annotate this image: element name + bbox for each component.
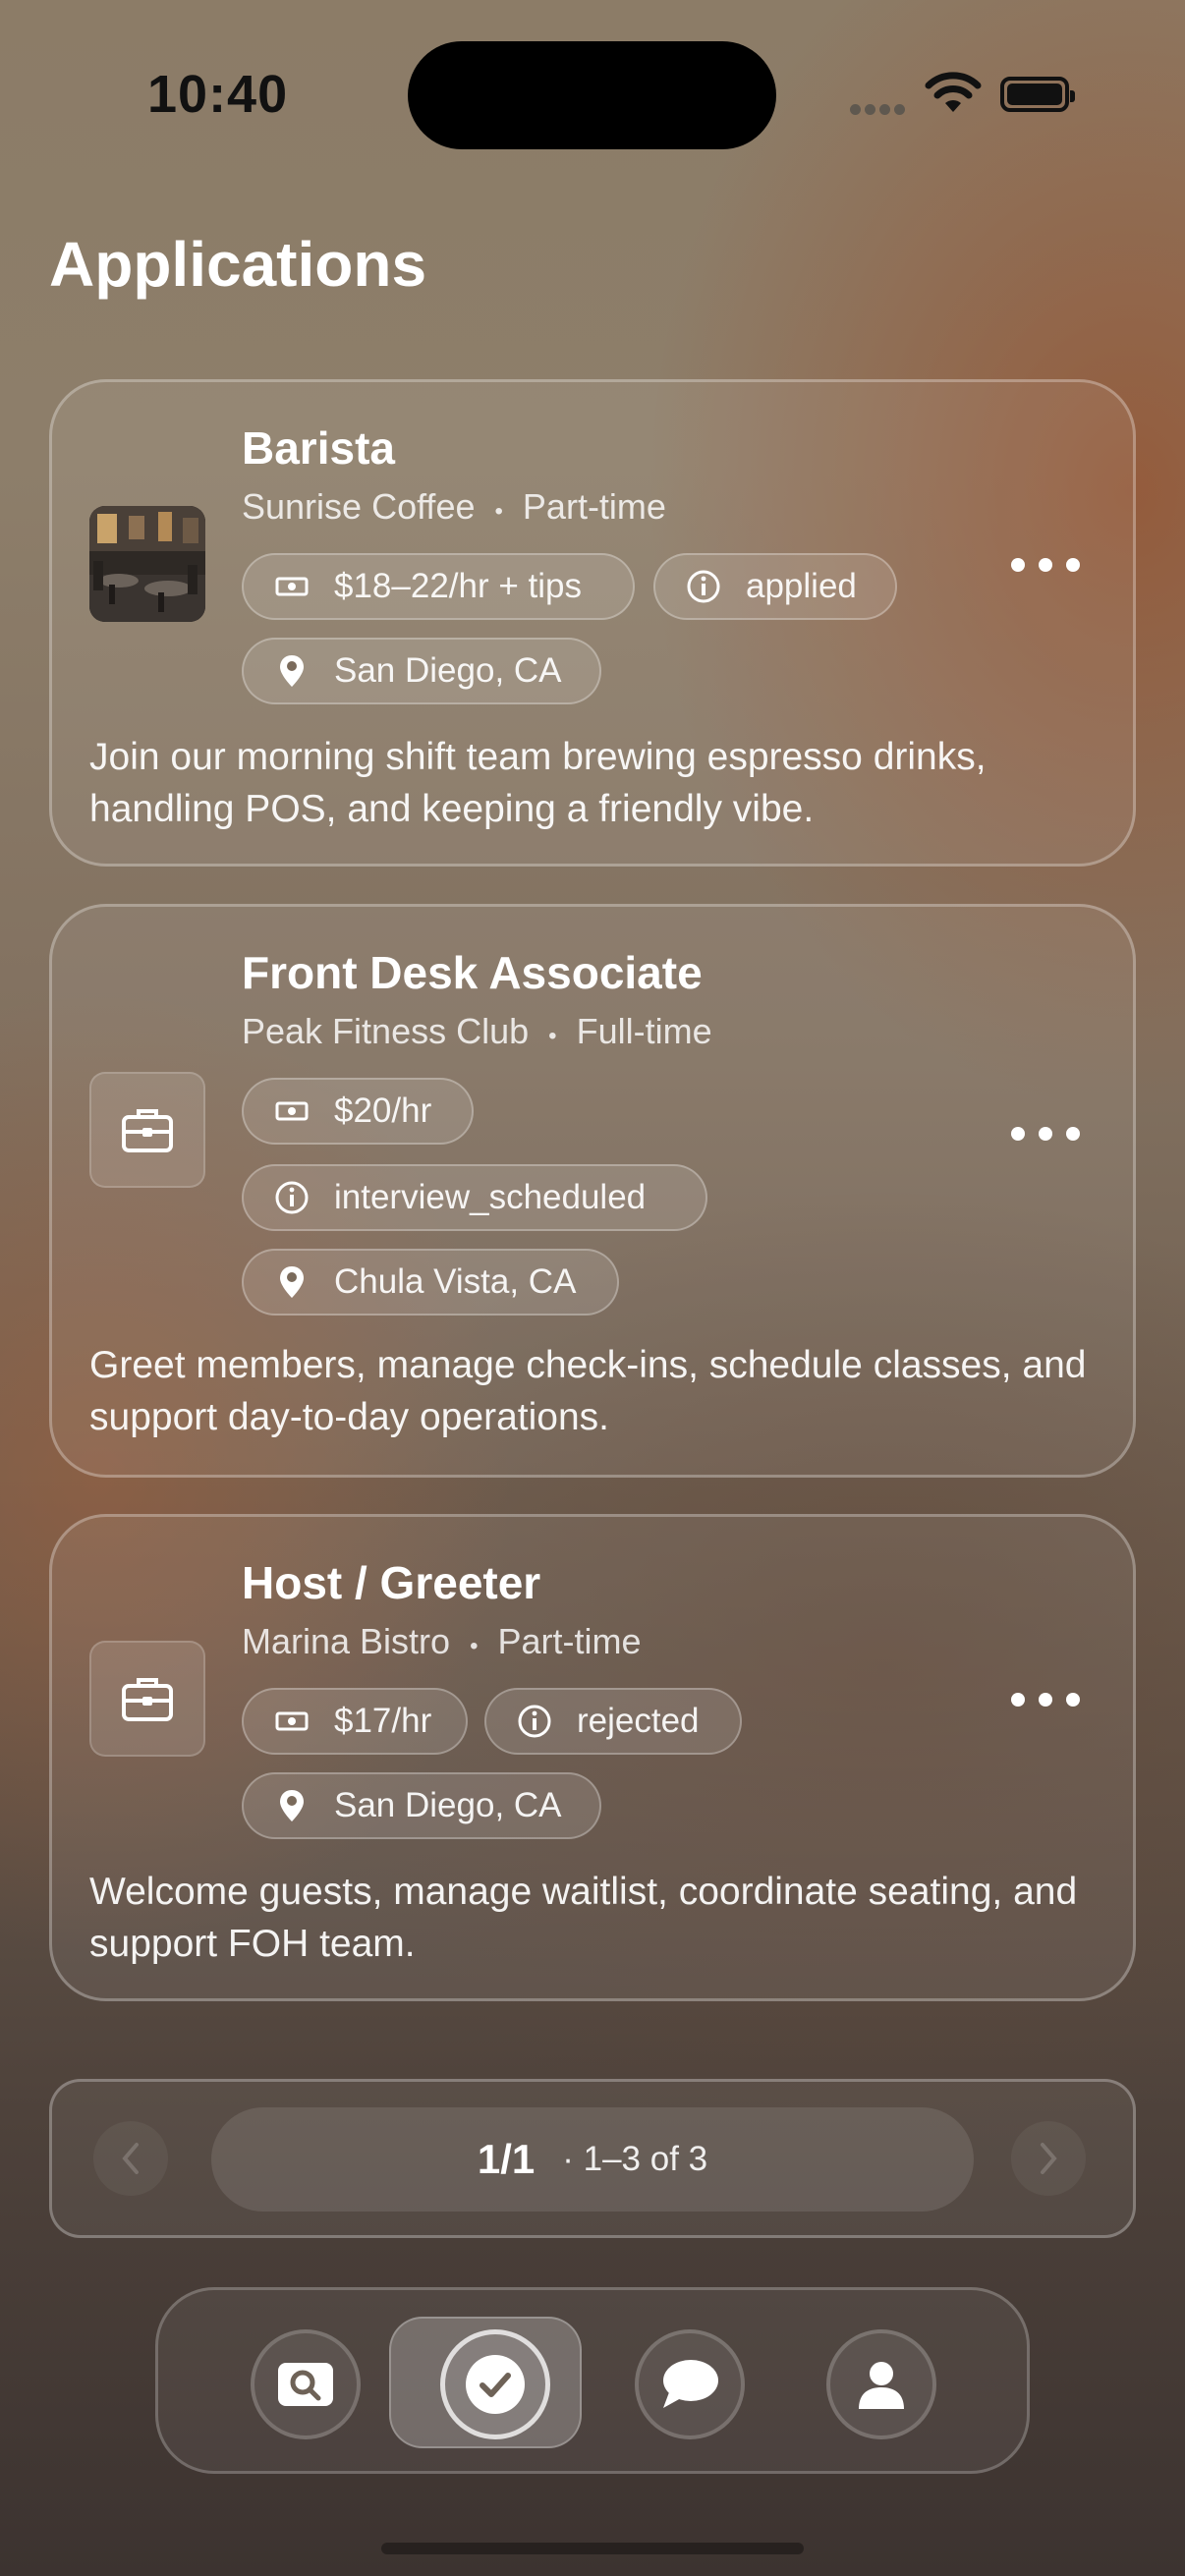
employment-type: Full-time (576, 1011, 712, 1051)
employment-type: Part-time (522, 486, 666, 527)
tab-profile[interactable] (826, 2329, 936, 2439)
job-meta: Marina Bistro • Part-time (242, 1621, 642, 1662)
job-title: Front Desk Associate (242, 947, 703, 998)
chat-bubble-icon (663, 2360, 718, 2408)
more-options-button[interactable] (1011, 1680, 1080, 1719)
company-name: Marina Bistro (242, 1621, 451, 1661)
application-card[interactable]: Host / Greeter Marina Bistro • Part-time… (49, 1514, 1136, 2001)
page-range: · 1–3 of 3 (562, 2140, 708, 2178)
status-pill: rejected (484, 1688, 742, 1755)
job-description: Greet members, manage check-ins, schedul… (89, 1344, 1087, 1438)
page-title: Applications (49, 229, 427, 300)
status-label: applied (746, 567, 857, 605)
job-meta: Sunrise Coffee • Part-time (242, 486, 666, 528)
application-card[interactable]: Barista Sunrise Coffee • Part-time $18–2… (49, 379, 1136, 867)
info-icon (273, 1179, 310, 1216)
pay-label: $17/hr (334, 1702, 432, 1740)
page-number: 1/1 (477, 2136, 536, 2182)
job-title: Barista (242, 422, 395, 474)
chevron-right-icon (1041, 2143, 1057, 2174)
page-indicator: 1/1 · 1–3 of 3 (211, 2107, 974, 2212)
location-pill: San Diego, CA (242, 638, 601, 704)
briefcase-icon (89, 1072, 205, 1188)
search-icon (278, 2363, 333, 2406)
info-icon (516, 1703, 553, 1740)
status-label: interview_scheduled (334, 1178, 647, 1216)
meta-separator: • (548, 1023, 557, 1049)
wifi-icon (925, 72, 982, 112)
meta-separator: • (470, 1633, 479, 1659)
pay-pill: $20/hr (242, 1078, 474, 1145)
chevron-left-icon (122, 2143, 139, 2174)
person-icon (859, 2362, 904, 2409)
tab-messages[interactable] (635, 2329, 745, 2439)
pay-label: $18–22/hr + tips (334, 567, 582, 605)
job-title: Host / Greeter (242, 1557, 541, 1608)
location-pill: Chula Vista, CA (242, 1249, 619, 1316)
location-label: San Diego, CA (334, 1786, 562, 1824)
tab-bar (155, 2287, 1030, 2474)
next-page-button[interactable] (1011, 2121, 1086, 2196)
location-label: San Diego, CA (334, 651, 562, 690)
status-pill: interview_scheduled (242, 1164, 707, 1231)
info-icon (685, 568, 722, 605)
briefcase-icon (89, 1641, 205, 1757)
location-pill: San Diego, CA (242, 1772, 601, 1839)
application-card[interactable]: Front Desk Associate Peak Fitness Club •… (49, 904, 1136, 1478)
tab-search[interactable] (251, 2329, 361, 2439)
more-options-button[interactable] (1011, 545, 1080, 585)
cash-icon (273, 1703, 310, 1740)
more-options-button[interactable] (1011, 1114, 1080, 1153)
status-label: rejected (577, 1702, 700, 1740)
location-pin-icon (273, 1263, 310, 1301)
job-meta: Peak Fitness Club • Full-time (242, 1011, 712, 1052)
pagination-bar: 1/1 · 1–3 of 3 (49, 2079, 1136, 2238)
cash-icon (273, 568, 310, 605)
job-description: Join our morning shift team brewing espr… (89, 736, 987, 830)
pay-label: $20/hr (334, 1092, 432, 1130)
status-pill: applied (653, 553, 897, 620)
location-pin-icon (273, 1787, 310, 1824)
cash-icon (273, 1092, 310, 1130)
company-name: Sunrise Coffee (242, 486, 476, 527)
job-description: Welcome guests, manage waitlist, coordin… (89, 1871, 1078, 1965)
pay-pill: $17/hr (242, 1688, 468, 1755)
location-label: Chula Vista, CA (334, 1262, 577, 1301)
location-pin-icon (273, 652, 310, 690)
home-indicator (381, 2543, 804, 2554)
cellular-signal-icon (850, 102, 909, 120)
checkmark-icon (466, 2355, 525, 2414)
meta-separator: • (494, 498, 503, 525)
restaurant-photo (89, 506, 205, 622)
employment-type: Part-time (497, 1621, 642, 1661)
dynamic-island (408, 41, 776, 149)
pay-pill: $18–22/hr + tips (242, 553, 635, 620)
previous-page-button[interactable] (93, 2121, 168, 2196)
status-bar: 10:40 (0, 0, 1185, 196)
status-time: 10:40 (147, 65, 289, 124)
tab-applications[interactable] (440, 2329, 550, 2439)
company-name: Peak Fitness Club (242, 1011, 530, 1051)
battery-icon (1000, 77, 1075, 112)
